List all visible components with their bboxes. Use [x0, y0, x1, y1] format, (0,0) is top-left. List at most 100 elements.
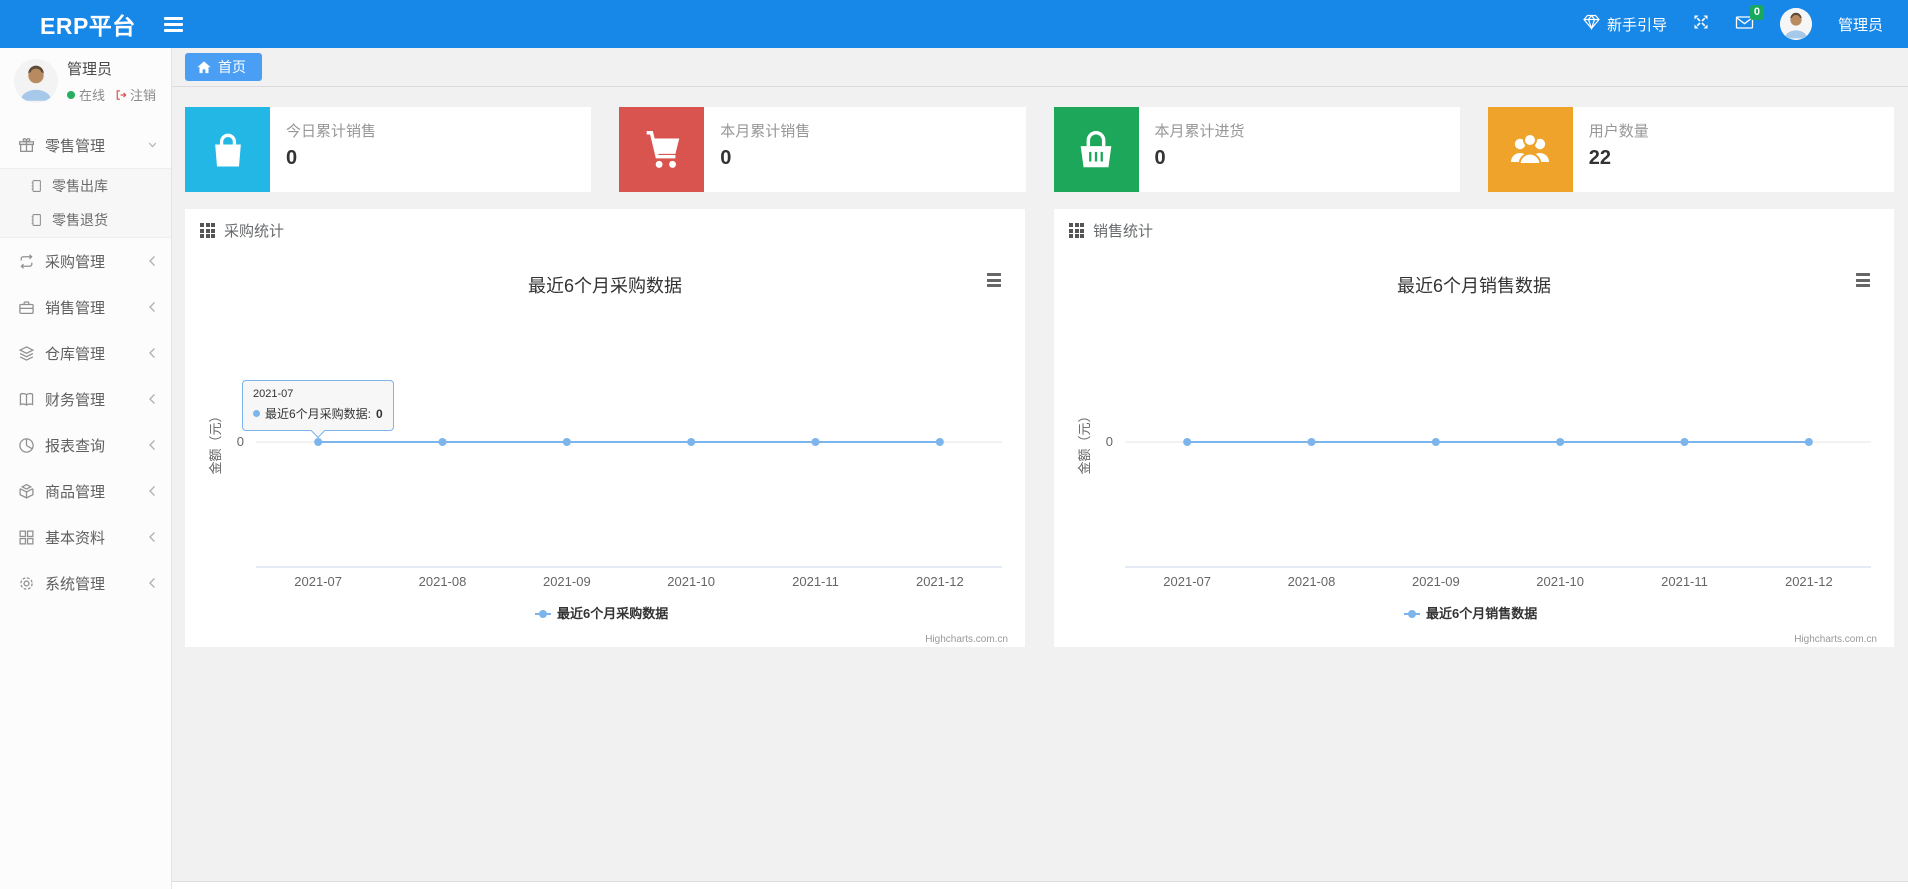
chevron-left-icon — [149, 578, 155, 588]
mail-count-badge: 0 — [1749, 5, 1764, 20]
gift-icon — [18, 137, 35, 152]
y-axis-title: 金额（元） — [1077, 409, 1092, 474]
sidebar-item-goods[interactable]: 商品管理 — [0, 468, 171, 514]
data-point-marker[interactable] — [811, 438, 820, 446]
sidebar-user-name: 管理员 — [67, 61, 113, 78]
sales-chart: 最近6个月销售数据 金额（元） 0 2021-07 2021-08 2021-09 2021… — [1069, 250, 1879, 650]
highcharts-credits[interactable]: Highcharts.com.cn — [1794, 634, 1877, 645]
user-name: 管理员 — [1837, 16, 1883, 34]
pie-chart-icon — [19, 437, 34, 453]
chevron-left-icon — [149, 486, 155, 496]
data-point-marker[interactable] — [562, 438, 571, 446]
chart-tooltip: 2021-07 最近6个月采购数据: 0 — [242, 380, 394, 439]
sidebar-item-basic-data[interactable]: 基本资料 — [0, 514, 171, 560]
data-point-marker[interactable] — [314, 438, 323, 446]
th-grid-icon — [200, 223, 215, 238]
expand-arrows-icon — [1693, 14, 1709, 34]
guide-button[interactable]: 新手引导 — [1583, 14, 1667, 35]
data-point-marker[interactable] — [438, 438, 447, 446]
chevron-left-icon — [149, 532, 155, 542]
chevron-left-icon — [149, 348, 155, 358]
card-value: 0 — [286, 147, 298, 169]
data-point-marker[interactable] — [687, 438, 696, 446]
card-value: 0 — [720, 147, 732, 169]
panel-title: 销售统计 — [1093, 223, 1154, 240]
sidebar-avatar[interactable] — [14, 59, 58, 103]
data-point-marker[interactable] — [935, 438, 944, 446]
sidebar-item-warehouse[interactable]: 仓库管理 — [0, 330, 171, 376]
messages-button[interactable]: 0 — [1735, 5, 1764, 34]
online-status-dot — [67, 90, 75, 99]
data-point-marker[interactable] — [1307, 438, 1316, 446]
gear-icon — [20, 576, 33, 590]
user-menu[interactable]: 管理员 — [1838, 14, 1883, 35]
chart-export-menu-button[interactable] — [984, 270, 1004, 290]
box-icon — [19, 483, 34, 499]
online-status-label: 在线 — [79, 88, 106, 103]
shopping-bag-icon — [214, 133, 241, 166]
users-icon — [1511, 132, 1550, 165]
legend-item[interactable]: 最近6个月销售数据 — [1426, 606, 1537, 621]
chart-export-menu-button[interactable] — [1853, 270, 1873, 290]
legend-item[interactable]: 最近6个月采购数据 — [557, 606, 668, 621]
layers-icon — [18, 345, 35, 361]
card-label: 本月累计进货 — [1154, 123, 1245, 140]
x-axis-label: 2021-12 — [916, 574, 964, 589]
sidebar-item-retail-outbound[interactable]: 零售出库 — [0, 169, 171, 203]
footer-strip — [172, 881, 1908, 889]
retail-submenu: 零售出库 零售退货 — [0, 168, 171, 238]
x-axis-label: 2021-08 — [1288, 574, 1336, 589]
sidebar-item-finance[interactable]: 财务管理 — [0, 376, 171, 422]
grid-icon — [19, 529, 34, 545]
data-point-marker[interactable] — [1680, 438, 1689, 446]
user-avatar[interactable] — [1779, 8, 1812, 40]
x-axis-label: 2021-10 — [667, 574, 715, 589]
sidebar-item-system[interactable]: 系统管理 — [0, 560, 171, 606]
tab-home[interactable]: 首页 — [185, 53, 262, 81]
sidebar: 管理员 在线 注销 零售管理 零售出库 零售退货 采购管理 销售管理 仓库管理 … — [0, 48, 172, 889]
sidebar-user-block: 管理员 在线 注销 — [0, 48, 171, 112]
book-icon — [19, 392, 34, 406]
sidebar-menu: 零售管理 零售出库 零售退货 采购管理 销售管理 仓库管理 财务管理 报表查询 … — [0, 122, 171, 606]
chevron-left-icon — [149, 394, 155, 404]
data-point-marker[interactable] — [1556, 438, 1565, 446]
logout-link[interactable]: 注销 — [115, 85, 156, 104]
sidebar-item-retail-return[interactable]: 零售退货 — [0, 203, 171, 237]
highcharts-credits[interactable]: Highcharts.com.cn — [925, 634, 1008, 645]
card-today-sales: 今日累计销售 0 — [185, 107, 592, 192]
guide-label: 新手引导 — [1606, 16, 1667, 34]
data-point-marker[interactable] — [1431, 438, 1440, 446]
th-grid-icon — [1069, 223, 1084, 238]
card-label: 本月累计销售 — [720, 123, 811, 140]
x-axis-label: 2021-09 — [1412, 574, 1460, 589]
sidebar-item-reports[interactable]: 报表查询 — [0, 422, 171, 468]
card-month-sales: 本月累计销售 0 — [619, 107, 1026, 192]
sidebar-item-retail[interactable]: 零售管理 — [0, 122, 171, 168]
app-brand: ERP平台 — [40, 13, 136, 39]
y-axis-tick: 0 — [237, 434, 244, 449]
chart-panels-row: 采购统计 最近6个月采购数据 金额（元） 0 2021-07 2021-08 2021-0… — [185, 209, 1894, 647]
card-user-count: 用户数量 22 — [1487, 107, 1894, 192]
stat-cards-row: 今日累计销售 0 本月累计销售 0 本月累计进货 0 用户数量 22 — [185, 107, 1894, 192]
x-axis-label: 2021-09 — [543, 574, 591, 589]
gem-icon — [1583, 14, 1600, 34]
sidebar-toggle-button[interactable] — [163, 16, 183, 32]
basket-icon — [1080, 130, 1112, 167]
legend-marker-icon — [539, 610, 547, 618]
chevron-down-icon — [148, 142, 157, 148]
journal-icon — [31, 180, 41, 192]
data-point-marker[interactable] — [1183, 438, 1192, 446]
x-axis-label: 2021-07 — [294, 574, 342, 589]
sidebar-item-purchase[interactable]: 采购管理 — [0, 238, 171, 284]
sidebar-item-sales[interactable]: 销售管理 — [0, 284, 171, 330]
chevron-left-icon — [149, 440, 155, 450]
x-axis-label: 2021-07 — [1163, 574, 1211, 589]
y-axis-tick: 0 — [1106, 434, 1113, 449]
y-axis-title: 金额（元） — [208, 409, 223, 474]
fullscreen-button[interactable] — [1693, 14, 1709, 34]
x-axis-label: 2021-08 — [419, 574, 467, 589]
page-tabs-bar: 首页 — [172, 48, 1908, 87]
data-point-marker[interactable] — [1804, 438, 1813, 446]
cart-icon — [646, 130, 679, 168]
card-label: 今日累计销售 — [286, 123, 377, 140]
